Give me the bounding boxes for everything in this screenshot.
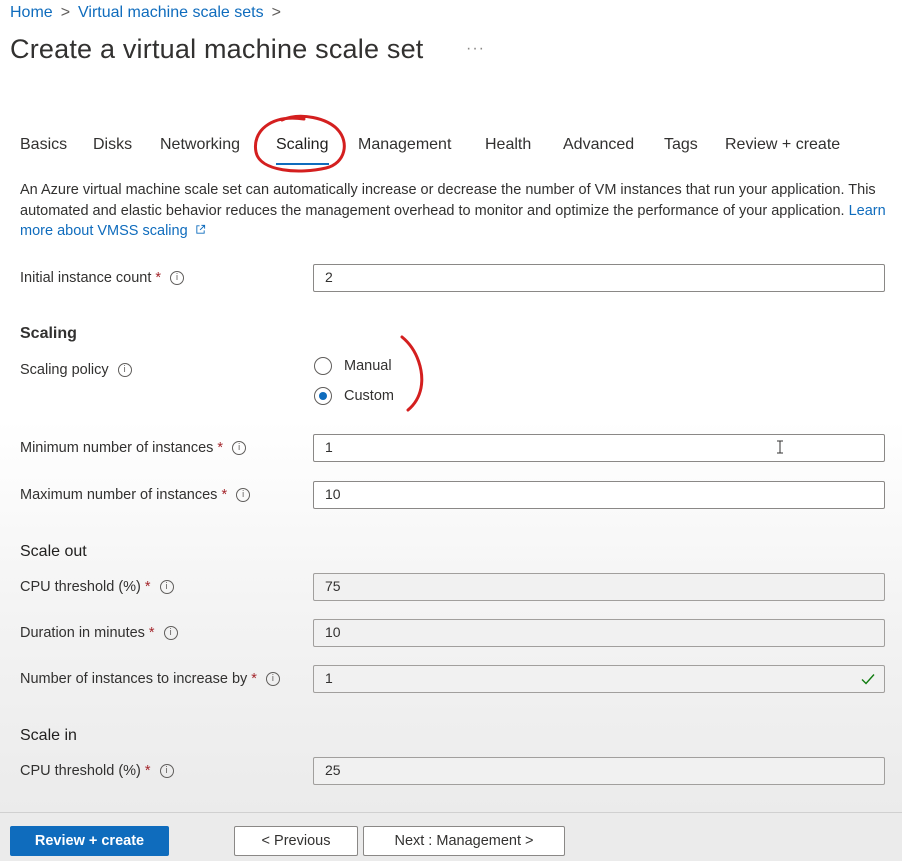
background [0,0,902,860]
info-icon[interactable]: i [236,488,251,502]
tab-review-create[interactable]: Review + create [725,136,840,154]
scaling-heading: Scaling [20,325,77,342]
info-icon[interactable]: i [159,764,174,778]
info-icon[interactable]: i [265,672,280,686]
scale-in-cpu-input[interactable]: 25 [313,757,885,785]
info-icon[interactable]: i [159,580,174,594]
breadcrumb-vmss[interactable]: Virtual machine scale sets [78,4,264,22]
scale-out-cpu-input[interactable]: 75 [313,573,885,601]
breadcrumb-separator: > [60,4,71,21]
active-tab-indicator [276,163,329,165]
radio-manual[interactable]: Manual [314,357,392,375]
info-icon[interactable]: i [232,441,247,455]
next-management-button[interactable]: Next : Management > [363,826,565,856]
breadcrumb-home[interactable]: Home [10,4,53,22]
breadcrumb: Home > Virtual machine scale sets > [10,4,289,22]
more-options-icon[interactable]: ··· [466,40,485,58]
tab-advanced[interactable]: Advanced [563,136,634,154]
description-text: An Azure virtual machine scale set can a… [20,182,876,219]
scale-out-increase-label: Number of instances to increase by * i [20,671,280,687]
scale-out-duration-label: Duration in minutes * i [20,625,178,641]
tab-scaling[interactable]: Scaling [276,136,328,154]
scale-out-increase-input[interactable]: 1 [313,665,885,693]
min-instances-input[interactable]: 1 [313,434,885,462]
info-icon[interactable]: i [163,626,178,640]
radio-button[interactable] [314,387,332,405]
initial-instance-count-input[interactable]: 2 [313,264,885,292]
breadcrumb-separator: > [271,4,281,21]
scale-out-cpu-label: CPU threshold (%) * i [20,579,174,595]
tab-basics[interactable]: Basics [20,136,67,154]
scale-out-duration-input[interactable]: 10 [313,619,885,647]
max-instances-input[interactable]: 10 [313,481,885,509]
scale-in-cpu-label: CPU threshold (%) * i [20,763,174,779]
tab-tags[interactable]: Tags [664,136,698,154]
radio-button[interactable] [314,357,332,375]
max-instances-label: Maximum number of instances * i [20,487,251,503]
scale-out-heading: Scale out [20,543,87,560]
description: An Azure virtual machine scale set can a… [20,180,890,242]
tab-health[interactable]: Health [485,136,531,154]
tab-disks[interactable]: Disks [93,136,132,154]
text-cursor-icon [777,440,783,454]
min-instances-label: Minimum number of instances * i [20,440,247,456]
initial-instance-count-label: Initial instance count * i [20,270,185,286]
previous-button[interactable]: < Previous [234,826,358,856]
scale-in-heading: Scale in [20,727,77,744]
tab-networking[interactable]: Networking [160,136,240,154]
review-create-button[interactable]: Review + create [10,826,169,856]
radio-custom[interactable]: Custom [314,387,394,405]
info-icon[interactable]: i [170,271,185,285]
tab-management[interactable]: Management [358,136,451,154]
scaling-policy-label: Scaling policy i [20,362,132,378]
checkmark-icon [861,674,875,685]
info-icon[interactable]: i [117,363,132,377]
page-title: Create a virtual machine scale set [10,34,424,64]
external-link-icon [196,224,205,234]
